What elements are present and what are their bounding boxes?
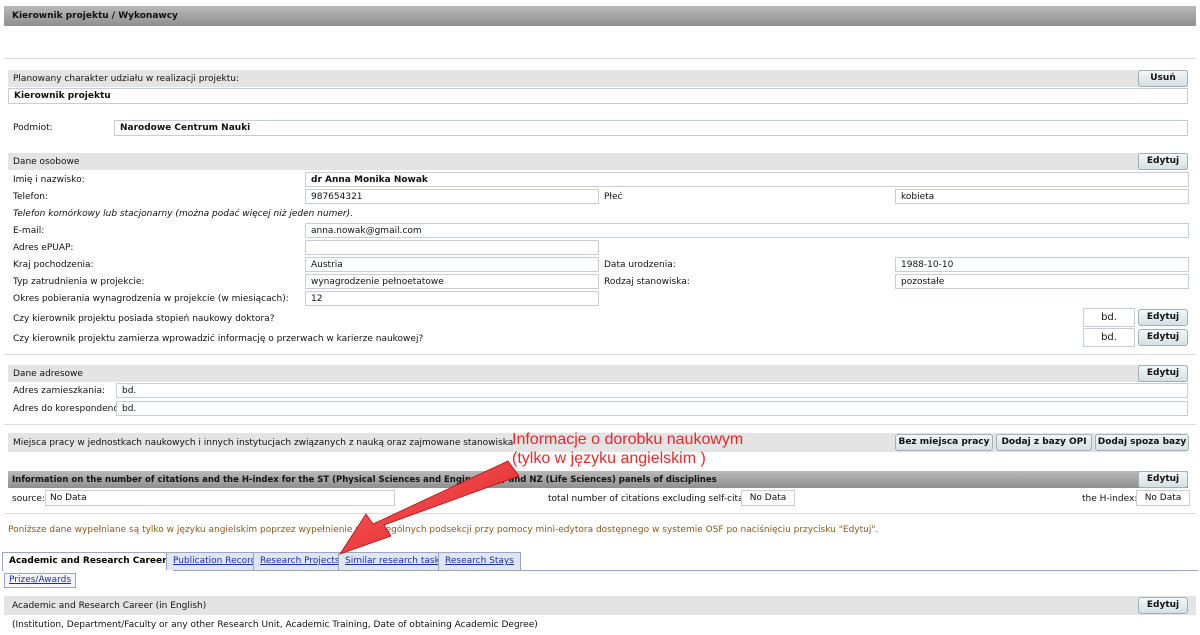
annotation-arrow-icon [339,460,520,555]
annotation-text: Informacje o dorobku naukowym (tylko w j… [512,431,744,467]
